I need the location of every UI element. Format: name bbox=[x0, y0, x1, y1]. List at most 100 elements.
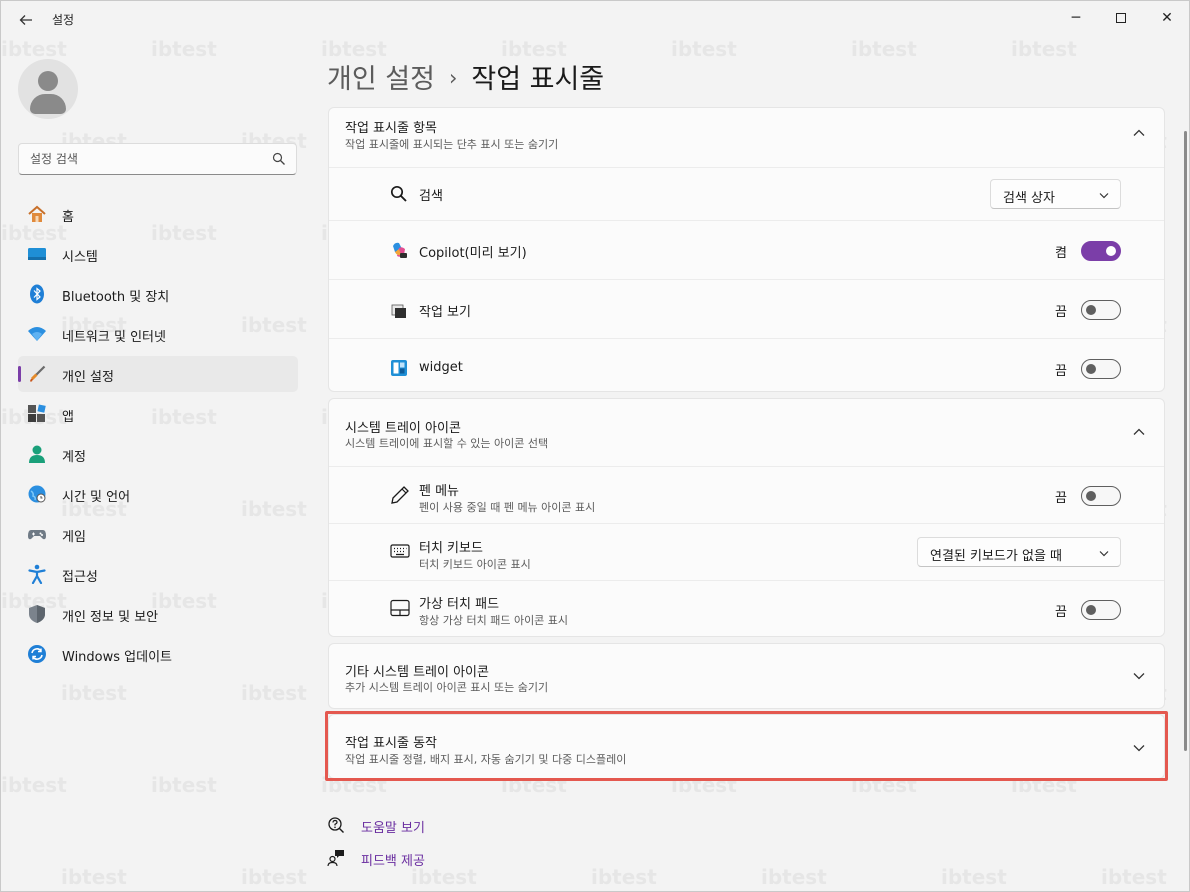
title-bar: 설정 ─ ✕ bbox=[1, 1, 1189, 37]
chevron-up-icon bbox=[1133, 428, 1145, 435]
apps-icon bbox=[28, 404, 46, 422]
search-mode-dropdown[interactable]: 검색 상자 bbox=[990, 179, 1121, 209]
breadcrumb-separator: › bbox=[448, 66, 458, 90]
section-subtitle: 시스템 트레이에 표시할 수 있는 아이콘 선택 bbox=[345, 437, 549, 450]
copilot-toggle[interactable] bbox=[1081, 241, 1121, 261]
back-button[interactable] bbox=[11, 9, 41, 31]
toggle-knob bbox=[1086, 491, 1096, 501]
sidebar-item-bluetooth[interactable]: Bluetooth 및 장치 bbox=[18, 276, 298, 312]
virtual-touchpad-toggle[interactable] bbox=[1081, 600, 1121, 620]
search-icon bbox=[272, 152, 285, 165]
sidebar-item-label: 네트워크 및 인터넷 bbox=[62, 330, 166, 345]
user-avatar[interactable] bbox=[18, 59, 78, 119]
chevron-down-icon bbox=[1099, 193, 1109, 199]
sidebar-item-accounts[interactable]: 계정 bbox=[18, 436, 298, 472]
watermark-text: ibtest bbox=[1101, 865, 1167, 889]
pen-menu-state: 끔 bbox=[1055, 491, 1067, 506]
keyboard-icon bbox=[390, 544, 410, 558]
chevron-down-icon bbox=[1133, 745, 1145, 752]
touch-keyboard-dropdown[interactable]: 연결된 키보드가 없을 때 bbox=[917, 537, 1121, 567]
section-subtitle: 작업 표시줄 정렬, 배지 표시, 자동 숨기기 및 다중 디스플레이 bbox=[345, 753, 627, 766]
account-icon bbox=[29, 445, 45, 463]
sidebar-item-label: Bluetooth 및 장치 bbox=[62, 290, 170, 305]
pen-icon bbox=[391, 486, 409, 504]
watermark-text: ibtest bbox=[591, 865, 657, 889]
breadcrumb-parent[interactable]: 개인 설정 bbox=[327, 64, 435, 95]
section-title: 작업 표시줄 항목 bbox=[345, 121, 437, 136]
sidebar-item-personalization[interactable]: 개인 설정 bbox=[18, 356, 298, 392]
virtual-touchpad-row: 가상 터치 패드 항상 가상 터치 패드 아이콘 표시 끔 bbox=[329, 580, 1164, 636]
watermark-text: ibtest bbox=[241, 865, 307, 889]
settings-search[interactable] bbox=[18, 143, 297, 175]
clock-globe-icon bbox=[28, 485, 46, 503]
feedback-link-text[interactable]: 피드백 제공 bbox=[361, 850, 425, 869]
watermark-text: ibtest bbox=[151, 773, 217, 797]
section-title: 작업 표시줄 동작 bbox=[345, 736, 437, 751]
task-view-toggle[interactable] bbox=[1081, 300, 1121, 320]
shield-icon bbox=[29, 605, 45, 623]
help-link-text[interactable]: 도움말 보기 bbox=[361, 817, 425, 836]
wifi-icon bbox=[28, 327, 46, 341]
pen-menu-description: 펜이 사용 중일 때 펜 메뉴 아이콘 표시 bbox=[419, 501, 596, 514]
avatar-body bbox=[30, 94, 66, 114]
close-button[interactable]: ✕ bbox=[1144, 1, 1190, 35]
watermark-text: ibtest bbox=[241, 681, 307, 705]
virtual-touchpad-label: 가상 터치 패드 bbox=[419, 597, 500, 612]
task-view-icon bbox=[391, 304, 406, 318]
brush-icon bbox=[30, 365, 46, 382]
watermark-text: ibtest bbox=[1, 773, 67, 797]
minimize-button[interactable]: ─ bbox=[1053, 1, 1099, 35]
page-title: 작업 표시줄 bbox=[471, 64, 605, 95]
system-tray-header[interactable]: 시스템 트레이 아이콘 시스템 트레이에 표시할 수 있는 아이콘 선택 bbox=[329, 399, 1164, 466]
sidebar-nav: 홈 시스템 Bluetooth 및 장치 네트워크 및 인터넷 개인 설정 앱 … bbox=[18, 196, 298, 676]
widget-icon bbox=[391, 360, 407, 376]
chevron-down-icon bbox=[1099, 551, 1109, 557]
feedback-icon bbox=[327, 850, 344, 867]
sidebar-item-apps[interactable]: 앱 bbox=[18, 396, 298, 432]
sidebar-item-label: 앱 bbox=[62, 410, 74, 425]
task-view-state: 끔 bbox=[1055, 305, 1067, 320]
taskbar-behavior-section[interactable]: 작업 표시줄 동작 작업 표시줄 정렬, 배지 표시, 자동 숨기기 및 다중 … bbox=[328, 714, 1165, 779]
sidebar-item-label: 게임 bbox=[62, 530, 86, 545]
section-subtitle: 작업 표시줄에 표시되는 단추 표시 또는 숨기기 bbox=[345, 138, 559, 151]
widget-toggle[interactable] bbox=[1081, 359, 1121, 379]
sidebar-item-network[interactable]: 네트워크 및 인터넷 bbox=[18, 316, 298, 352]
gamepad-icon bbox=[28, 530, 46, 540]
sidebar-item-privacy-security[interactable]: 개인 정보 및 보안 bbox=[18, 596, 298, 632]
taskbar-items-header[interactable]: 작업 표시줄 항목 작업 표시줄에 표시되는 단추 표시 또는 숨기기 bbox=[329, 108, 1164, 167]
app-title: 설정 bbox=[52, 13, 75, 27]
sidebar-item-time-language[interactable]: 시간 및 언어 bbox=[18, 476, 298, 512]
watermark-text: ibtest bbox=[851, 37, 917, 61]
scrollbar[interactable] bbox=[1184, 131, 1187, 751]
sidebar-item-accessibility[interactable]: 접근성 bbox=[18, 556, 298, 592]
sidebar-item-label: 개인 정보 및 보안 bbox=[62, 610, 159, 625]
search-row: 검색 검색 상자 bbox=[329, 167, 1164, 220]
sidebar-item-label: 시스템 bbox=[62, 250, 98, 265]
sidebar-item-system[interactable]: 시스템 bbox=[18, 236, 298, 272]
touch-keyboard-label: 터치 키보드 bbox=[419, 541, 483, 556]
other-tray-section[interactable]: 기타 시스템 트레이 아이콘 추가 시스템 트레이 아이콘 표시 또는 숨기기 bbox=[328, 643, 1165, 709]
touchpad-icon bbox=[390, 599, 410, 617]
sidebar-item-label: 시간 및 언어 bbox=[62, 490, 131, 505]
breadcrumb: 개인 설정 › 작업 표시줄 bbox=[327, 57, 604, 96]
sidebar-item-gaming[interactable]: 게임 bbox=[18, 516, 298, 552]
help-icon bbox=[328, 817, 344, 833]
dropdown-value: 검색 상자 bbox=[1003, 191, 1055, 206]
toggle-knob bbox=[1086, 605, 1096, 615]
maximize-button[interactable] bbox=[1098, 1, 1144, 35]
sidebar-item-label: 홈 bbox=[62, 210, 74, 225]
search-icon bbox=[390, 185, 407, 202]
settings-window: ibtest ibtest ibtest ibtest ibtest ibtest ibte… bbox=[0, 0, 1190, 892]
settings-search-input[interactable] bbox=[19, 144, 269, 174]
section-title: 기타 시스템 트레이 아이콘 bbox=[345, 665, 489, 680]
section-title: 시스템 트레이 아이콘 bbox=[345, 421, 461, 436]
maximize-icon bbox=[1116, 13, 1126, 23]
pen-menu-toggle[interactable] bbox=[1081, 486, 1121, 506]
toggle-knob bbox=[1086, 364, 1096, 374]
sidebar-item-home[interactable]: 홈 bbox=[18, 196, 298, 232]
widget-row: widget 끔 bbox=[329, 338, 1164, 391]
sidebar-item-label: 접근성 bbox=[62, 570, 98, 585]
sidebar-item-windows-update[interactable]: Windows 업데이트 bbox=[18, 636, 298, 672]
system-icon bbox=[28, 248, 46, 260]
watermark-text: ibtest bbox=[61, 865, 127, 889]
